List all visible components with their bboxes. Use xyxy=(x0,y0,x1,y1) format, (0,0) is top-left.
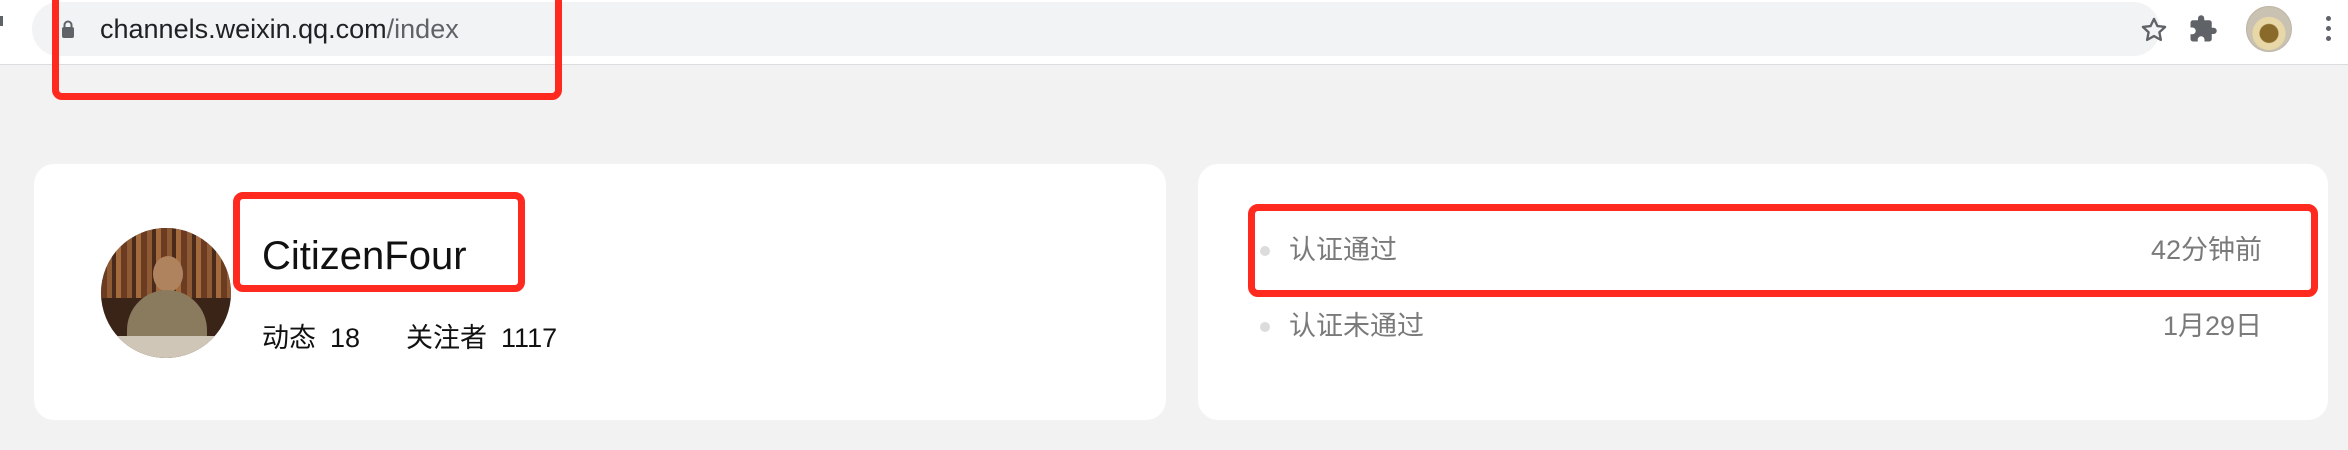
status-label: 认证未通过 xyxy=(1289,311,1424,341)
profile-card: CitizenFour 动态 18 关注者 1117 xyxy=(34,164,1166,420)
puzzle-icon[interactable] xyxy=(2188,14,2218,44)
bullet-dot-icon xyxy=(1260,322,1270,332)
name-highlight-box xyxy=(233,192,525,292)
window-edge-mark xyxy=(0,16,3,26)
status-item[interactable]: 认证未通过 1月29日 xyxy=(1198,296,2328,356)
posts-count: 18 xyxy=(330,323,361,353)
browser-profile-avatar[interactable] xyxy=(2246,6,2292,52)
kebab-menu-icon[interactable] xyxy=(2326,16,2332,44)
posts-label: 动态 xyxy=(262,323,316,353)
followers-count: 1117 xyxy=(501,323,558,353)
followers-label: 关注者 xyxy=(406,323,488,353)
star-icon[interactable] xyxy=(2140,16,2168,44)
url-highlight-box xyxy=(52,0,562,100)
status-time: 1月29日 xyxy=(2162,311,2262,341)
avatar[interactable] xyxy=(101,228,231,358)
status-highlight-box xyxy=(1248,204,2318,297)
profile-stats: 动态 18 关注者 1117 xyxy=(262,316,571,355)
